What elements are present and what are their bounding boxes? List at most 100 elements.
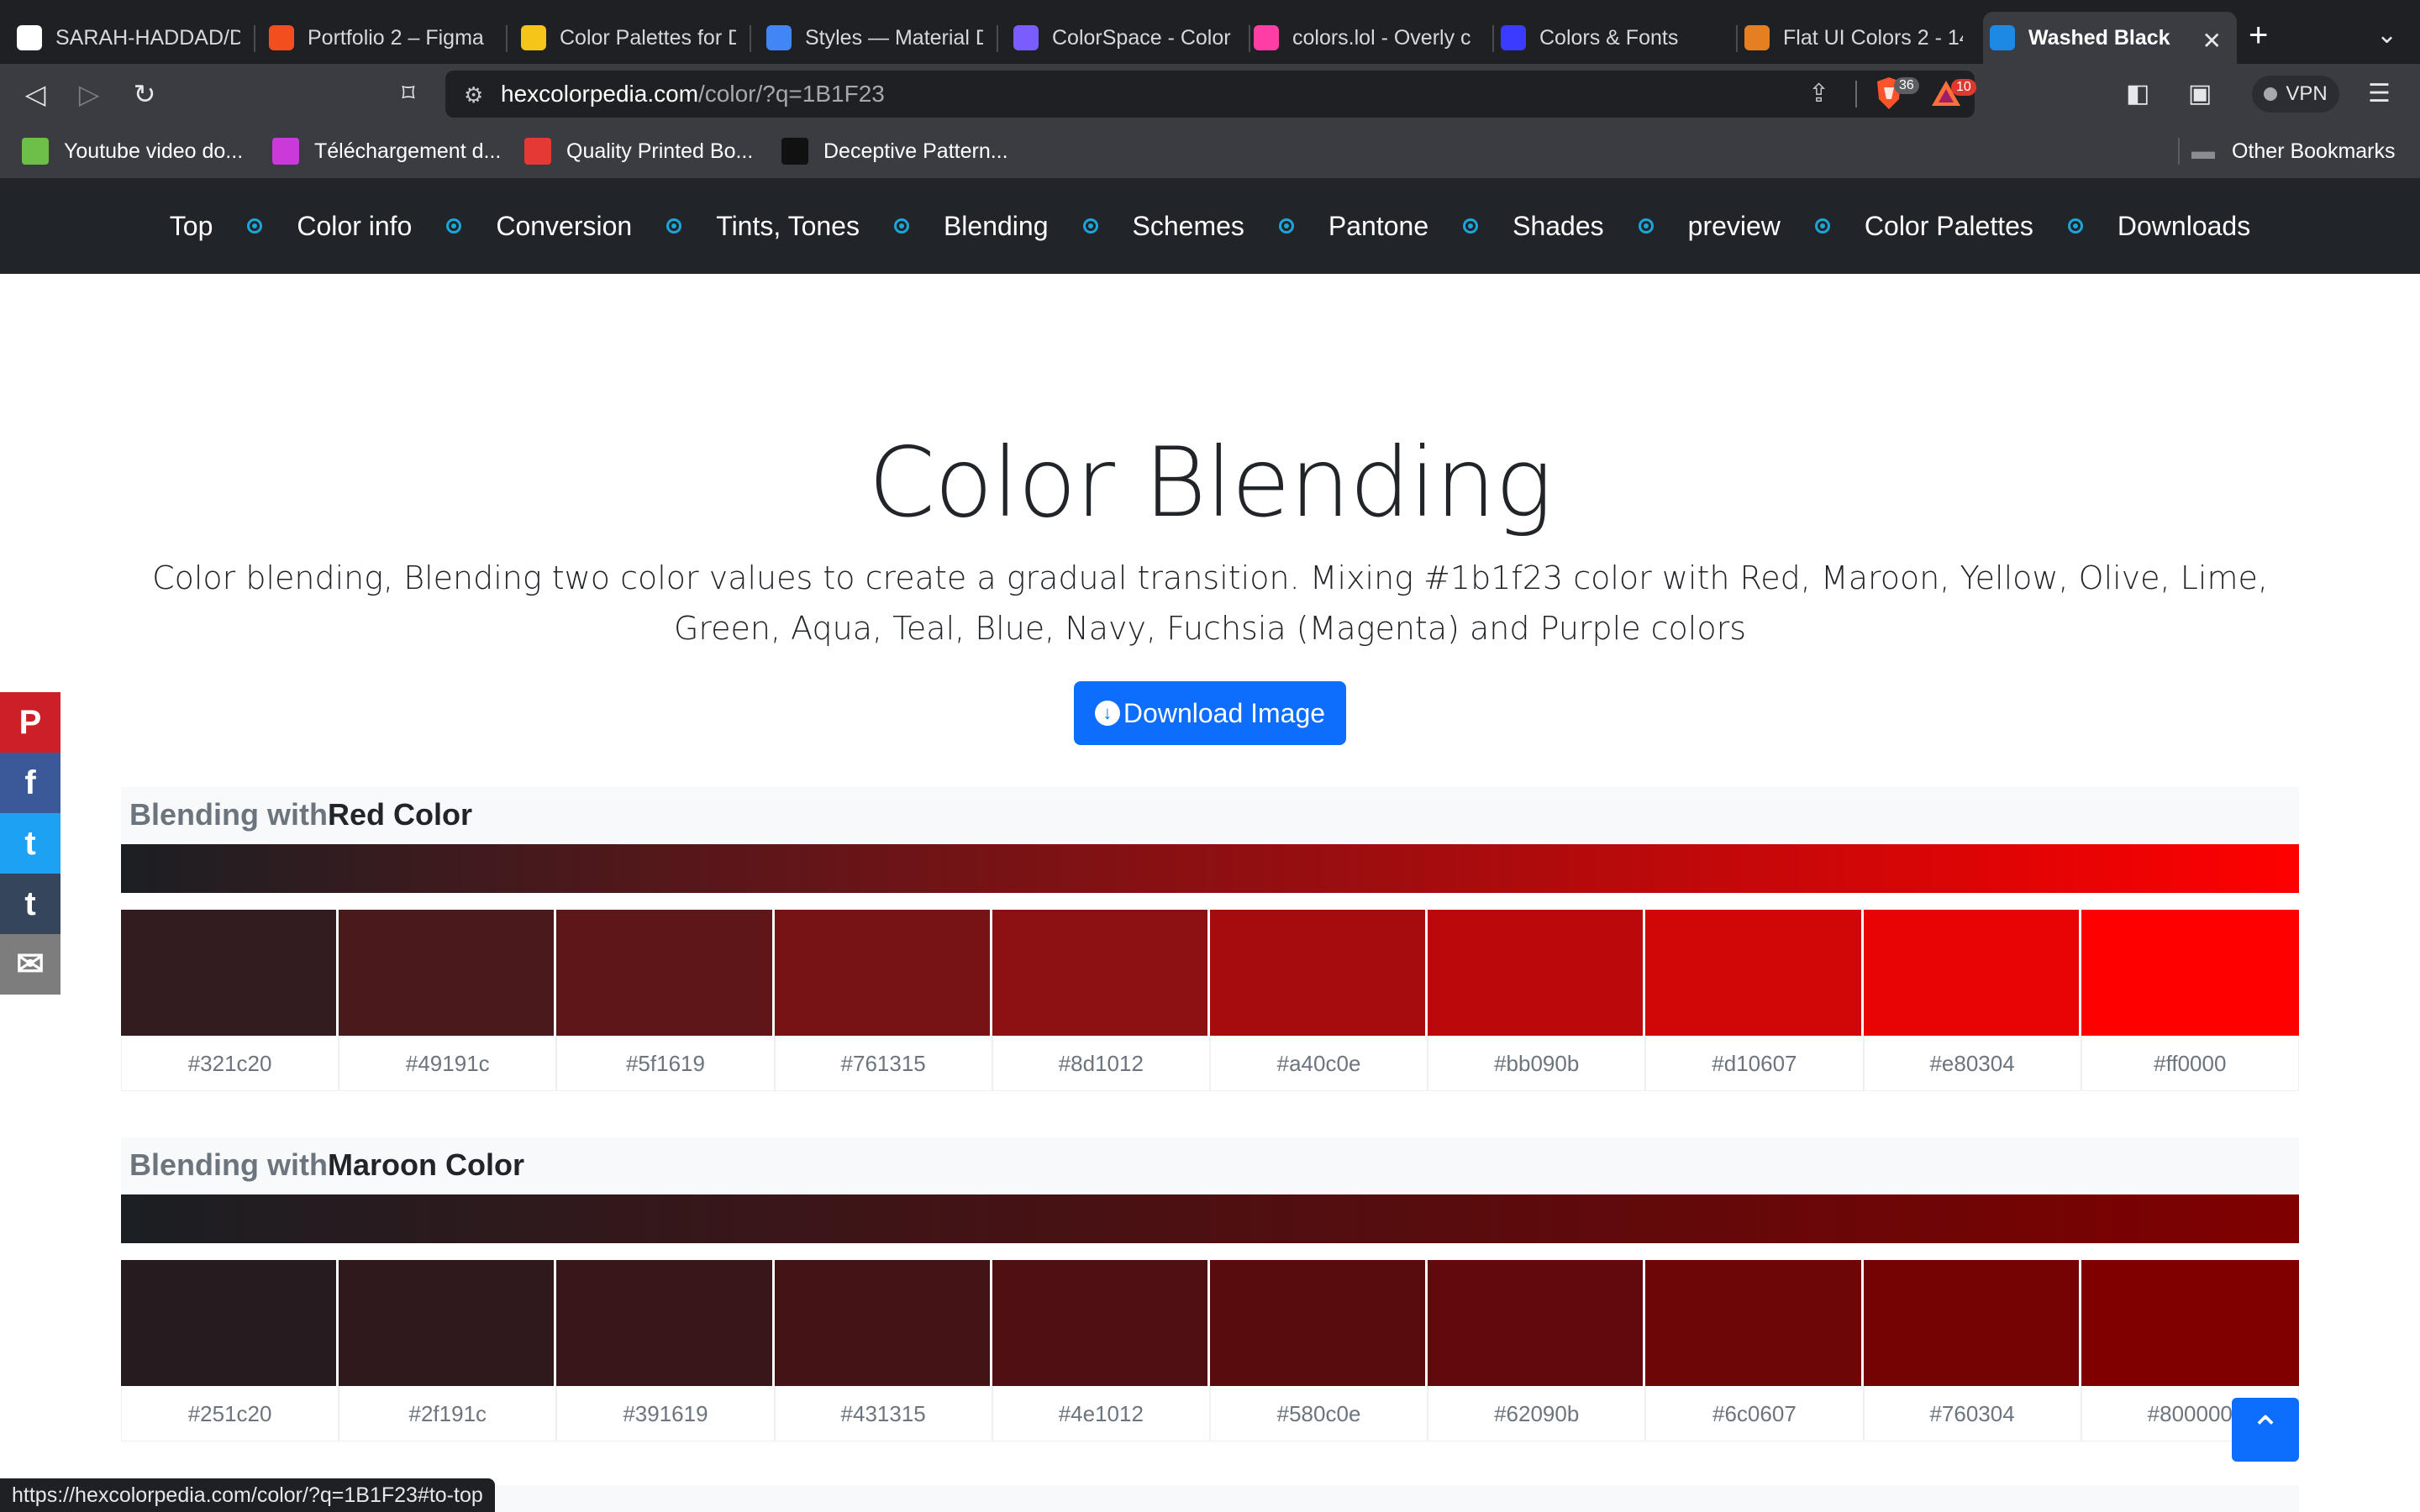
swatch-hex-label[interactable]: #62090b bbox=[1428, 1386, 1646, 1441]
color-swatch[interactable] bbox=[339, 910, 557, 1036]
nav-link-shades[interactable]: Shades bbox=[1512, 211, 1604, 242]
tab-title: ColorSpace - Color bbox=[1052, 25, 1231, 50]
nav-link-preview[interactable]: preview bbox=[1688, 211, 1781, 242]
color-swatch[interactable] bbox=[1863, 910, 2081, 1036]
forward-arrow-icon[interactable]: ▷ bbox=[71, 76, 108, 113]
tab-separator bbox=[997, 25, 998, 52]
color-swatch[interactable] bbox=[1428, 1260, 1646, 1386]
swatch-hex-label[interactable]: #e80304 bbox=[1863, 1036, 2081, 1091]
back-arrow-icon[interactable]: ◁ bbox=[17, 76, 54, 113]
flatui-icon bbox=[1744, 25, 1770, 50]
swatch-hex-label[interactable]: #ff0000 bbox=[2081, 1036, 2299, 1091]
nav-link-color-palettes[interactable]: Color Palettes bbox=[1865, 211, 2033, 242]
color-swatch[interactable] bbox=[339, 1260, 557, 1386]
nav-link-schemes[interactable]: Schemes bbox=[1133, 211, 1244, 242]
back-to-top-button[interactable]: ⌃ bbox=[2232, 1398, 2299, 1462]
nav-link-color-info[interactable]: Color info bbox=[297, 211, 412, 242]
swatch-hex-label[interactable]: #2f191c bbox=[339, 1386, 557, 1441]
swatch-hex-label[interactable]: #8d1012 bbox=[992, 1036, 1210, 1091]
tab-8[interactable]: Flat UI Colors 2 - 14 bbox=[1744, 12, 1966, 64]
tumblr-icon[interactable]: t bbox=[0, 874, 60, 934]
color-swatch[interactable] bbox=[1428, 910, 1646, 1036]
other-bookmarks[interactable]: ▬ Other Bookmarks bbox=[2190, 134, 2396, 168]
nav-link-tints-tones[interactable]: Tints, Tones bbox=[716, 211, 860, 242]
color-swatch[interactable] bbox=[556, 1260, 775, 1386]
bookmark-icon[interactable]: ⌑ bbox=[390, 76, 427, 113]
bookmark-item[interactable]: Youtube video do... bbox=[22, 134, 243, 168]
swatch-hex-label[interactable]: #580c0e bbox=[1209, 1386, 1428, 1441]
nav-link-pantone[interactable]: Pantone bbox=[1328, 211, 1428, 242]
swatch-hex-label[interactable]: #bb090b bbox=[1428, 1036, 1646, 1091]
tab-3[interactable]: Color Palettes for D bbox=[521, 12, 739, 64]
tab-list-chevron-icon[interactable]: ⌄ bbox=[2376, 20, 2397, 50]
brave-shield-icon[interactable]: 36 bbox=[1874, 76, 1919, 113]
color-swatch[interactable] bbox=[1645, 910, 1864, 1036]
download-image-button[interactable]: ↓ Download Image bbox=[1074, 681, 1346, 745]
swatch-hex-label[interactable]: #321c20 bbox=[121, 1036, 339, 1091]
tab-1[interactable]: SARAH-HADDAD/D bbox=[17, 12, 244, 64]
tab-7[interactable]: Colors & Fonts bbox=[1501, 12, 1726, 64]
color-swatch[interactable] bbox=[556, 910, 775, 1036]
site-settings-icon[interactable]: ⚙ bbox=[464, 82, 483, 108]
swatch-hex-label[interactable]: #49191c bbox=[339, 1036, 557, 1091]
swatch-hex-label[interactable]: #6c0607 bbox=[1645, 1386, 1864, 1441]
swatch-hex-label[interactable]: #d10607 bbox=[1645, 1036, 1864, 1091]
swatch-hex-label[interactable]: #a40c0e bbox=[1209, 1036, 1428, 1091]
browser-toolbar: ◁ ▷ ↻ ⌑ ⚙ hexcolorpedia.com/color/?q=1B1… bbox=[0, 64, 2420, 124]
tab-5[interactable]: ColorSpace - Color bbox=[1013, 12, 1239, 64]
address-bar[interactable]: ⚙ hexcolorpedia.com/color/?q=1B1F23 ⇪ 36… bbox=[445, 71, 1976, 118]
color-swatch[interactable] bbox=[121, 910, 339, 1036]
bookmark-item[interactable]: Deceptive Pattern... bbox=[781, 134, 1008, 168]
color-swatch[interactable] bbox=[2081, 1260, 2299, 1386]
swatch-hex-label[interactable]: #4e1012 bbox=[992, 1386, 1210, 1441]
color-swatch[interactable] bbox=[774, 1260, 992, 1386]
sidebar-toggle-icon[interactable]: ◧ bbox=[2126, 79, 2149, 108]
swatch-hex-label[interactable]: #251c20 bbox=[121, 1386, 339, 1441]
rewards-count-badge: 10 bbox=[1951, 79, 1976, 96]
vpn-button[interactable]: VPN bbox=[2252, 76, 2339, 113]
nav-bullet-icon bbox=[1278, 218, 1294, 234]
color-swatch[interactable] bbox=[1209, 1260, 1428, 1386]
color-swatch[interactable] bbox=[2081, 910, 2299, 1036]
hexcolorpedia-icon bbox=[1990, 25, 2015, 50]
new-tab-button[interactable]: + bbox=[2249, 17, 2268, 55]
swatch-hex-label[interactable]: #760304 bbox=[1863, 1386, 2081, 1441]
facebook-icon[interactable]: f bbox=[0, 753, 60, 813]
tab-4[interactable]: Styles — Material D bbox=[766, 12, 986, 64]
nav-link-downloads[interactable]: Downloads bbox=[2118, 211, 2250, 242]
nav-link-blending[interactable]: Blending bbox=[944, 211, 1049, 242]
tab-9[interactable]: Washed Black ✕ bbox=[1983, 12, 2237, 64]
close-tab-icon[interactable]: ✕ bbox=[2202, 27, 2222, 55]
figma-icon bbox=[269, 25, 294, 50]
swatch-hex-label[interactable]: #431315 bbox=[774, 1386, 992, 1441]
bookmark-item[interactable]: Téléchargement d... bbox=[272, 134, 501, 168]
reload-icon[interactable]: ↻ bbox=[126, 76, 163, 113]
twitter-icon[interactable]: t bbox=[0, 813, 60, 874]
color-swatch[interactable] bbox=[121, 1260, 339, 1386]
url-text[interactable]: hexcolorpedia.com/color/?q=1B1F23 bbox=[501, 81, 885, 108]
email-icon[interactable]: ✉ bbox=[0, 934, 60, 995]
share-icon[interactable]: ⇪ bbox=[1808, 79, 1829, 108]
color-swatch[interactable] bbox=[992, 1260, 1210, 1386]
color-swatch[interactable] bbox=[1863, 1260, 2081, 1386]
tab-2[interactable]: Portfolio 2 – Figma bbox=[269, 12, 496, 64]
tab-6[interactable]: colors.lol - Overly c bbox=[1254, 12, 1482, 64]
blend-title: Blending withRed Color bbox=[129, 797, 472, 832]
swatch-hex-label[interactable]: #761315 bbox=[774, 1036, 992, 1091]
color-swatch[interactable] bbox=[774, 910, 992, 1036]
bookmark-item[interactable]: Quality Printed Bo... bbox=[524, 134, 753, 168]
bookmark-label: Youtube video do... bbox=[64, 139, 244, 163]
color-swatch[interactable] bbox=[1209, 910, 1428, 1036]
menu-hamburger-icon[interactable]: ☰ bbox=[2368, 79, 2391, 108]
nav-link-top[interactable]: Top bbox=[170, 211, 213, 242]
brave-rewards-icon[interactable]: 10 bbox=[1929, 77, 1976, 111]
color-swatch[interactable] bbox=[1645, 1260, 1864, 1386]
color-swatch[interactable] bbox=[992, 910, 1210, 1036]
bookmarks-bar: Youtube video do... Téléchargement d... Qu… bbox=[0, 124, 2420, 178]
swatch-hex-label[interactable]: #5f1619 bbox=[556, 1036, 775, 1091]
nav-link-conversion[interactable]: Conversion bbox=[496, 211, 632, 242]
swatch-hex-label[interactable]: #391619 bbox=[556, 1386, 775, 1441]
blend-gradient-bar bbox=[121, 1194, 2299, 1243]
pinterest-icon[interactable]: P bbox=[0, 692, 60, 753]
wallet-icon[interactable]: ▣ bbox=[2188, 79, 2212, 108]
